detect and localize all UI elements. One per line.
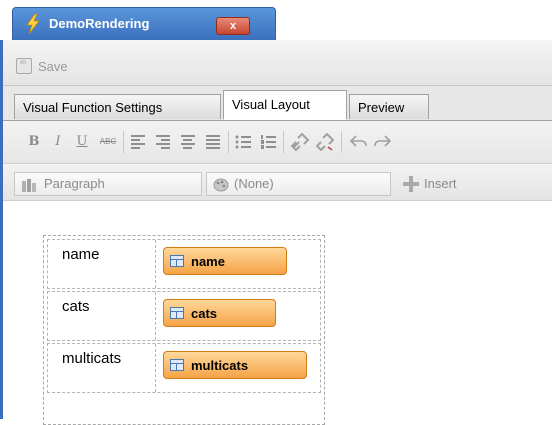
lightning-icon: [26, 14, 40, 34]
unlink-icon[interactable]: [316, 133, 334, 151]
paragraph-icon: [22, 178, 36, 192]
align-justify-icon[interactable]: [206, 135, 220, 149]
toolbar-separator: [283, 131, 284, 153]
field-label: multicats: [52, 344, 156, 392]
strikethrough-button[interactable]: ABC: [97, 133, 119, 151]
field-token-multicats[interactable]: multicats: [163, 351, 307, 379]
redo-icon[interactable]: [374, 133, 392, 151]
paragraph-select[interactable]: Paragraph: [14, 172, 202, 196]
plus-icon: [403, 176, 419, 192]
window-title: DemoRendering: [49, 16, 150, 31]
field-token-label: cats: [191, 305, 218, 321]
tab-visual-layout[interactable]: Visual Layout: [223, 90, 347, 120]
layout-row: multicats multicats: [47, 343, 321, 393]
tab-preview[interactable]: Preview: [349, 94, 429, 119]
bold-button[interactable]: B: [23, 133, 45, 151]
save-button[interactable]: Save: [16, 58, 68, 74]
tab-bar: Visual Function Settings Visual Layout P…: [3, 86, 552, 121]
table-icon: [170, 307, 184, 319]
palette-icon: [213, 178, 229, 192]
field-token-cats[interactable]: cats: [163, 299, 276, 327]
editor-frame: Save Visual Function Settings Visual Lay…: [0, 40, 552, 425]
floppy-disk-icon: [16, 58, 32, 74]
layout-row: cats cats: [47, 291, 321, 341]
toolbar-separator: [341, 131, 342, 153]
style-toolbar: Paragraph (None) Insert: [3, 164, 552, 201]
bullet-list-icon[interactable]: [235, 134, 251, 150]
field-token-name[interactable]: name: [163, 247, 287, 275]
table-icon: [170, 255, 184, 267]
table-icon: [170, 359, 184, 371]
layout-row: name name: [47, 239, 321, 289]
field-token-label: multicats: [191, 357, 249, 373]
align-left-icon[interactable]: [131, 135, 145, 149]
insert-button[interactable]: Insert: [403, 172, 457, 196]
close-button[interactable]: x: [216, 17, 250, 35]
format-toolbar: B I U ABC: [3, 121, 552, 164]
field-token-label: name: [191, 253, 225, 269]
insert-label: Insert: [424, 176, 457, 191]
style-select-value: (None): [234, 176, 274, 191]
toolbar-separator: [228, 131, 229, 153]
style-select[interactable]: (None): [206, 172, 391, 196]
save-toolbar: Save: [3, 40, 552, 86]
italic-button[interactable]: I: [47, 133, 69, 151]
numbered-list-icon[interactable]: [260, 134, 276, 150]
window-tab-strip: DemoRendering x: [0, 0, 552, 41]
field-label: name: [52, 240, 156, 288]
align-right-icon[interactable]: [156, 135, 170, 149]
tab-visual-function-settings[interactable]: Visual Function Settings: [14, 94, 221, 119]
save-label: Save: [38, 58, 68, 74]
align-center-icon[interactable]: [181, 135, 195, 149]
window-tab[interactable]: DemoRendering x: [12, 7, 276, 41]
underline-button[interactable]: U: [71, 133, 93, 151]
layout-table: name name cats cats multicats multicats: [43, 235, 325, 425]
undo-icon[interactable]: [349, 133, 367, 151]
link-icon[interactable]: [291, 133, 309, 151]
paragraph-select-value: Paragraph: [44, 176, 105, 191]
toolbar-separator: [123, 131, 124, 153]
field-label: cats: [52, 292, 156, 340]
